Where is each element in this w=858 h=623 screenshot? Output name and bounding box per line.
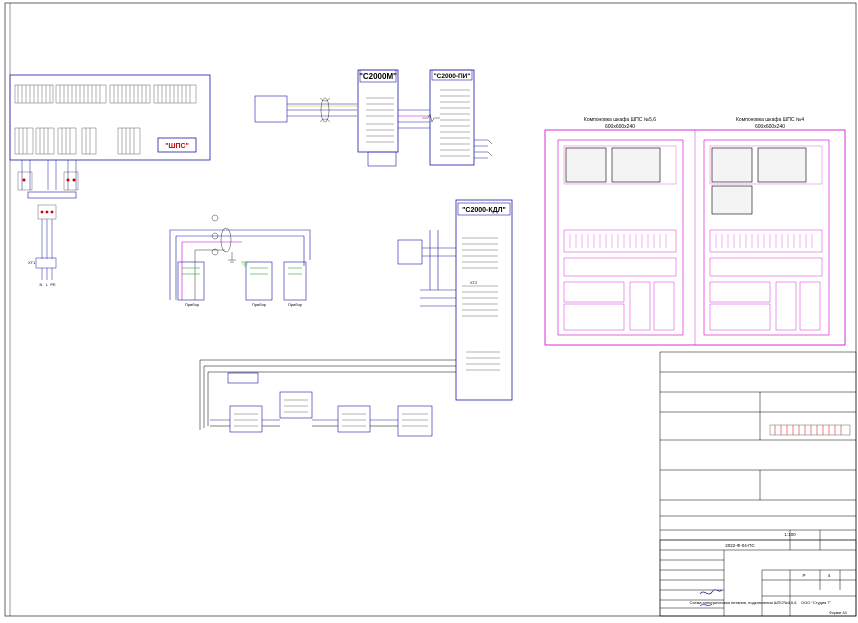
project-code: 2022-Ф-04-ПС <box>725 543 755 548</box>
xt2-label: ХТ2 <box>470 280 478 285</box>
cabinet-right <box>703 139 830 336</box>
shps-terminals-bottom <box>14 127 141 155</box>
title-block <box>659 351 857 617</box>
cabinet-left <box>557 139 684 336</box>
s2000m-block <box>357 69 399 153</box>
signature-icon <box>699 589 723 595</box>
schematic-drawing: "ШПС" "С2000М" "С2000-ПИ" Прибор Прибор … <box>4 2 857 617</box>
drawing-sheet: "ШПС" "С2000М" "С2000-ПИ" Прибор Прибор … <box>0 0 858 618</box>
ground-icon <box>241 261 249 267</box>
kdl-wiring <box>199 230 456 430</box>
n-label: N <box>40 282 43 287</box>
l-label: L <box>46 282 49 287</box>
sheet-title: Схема электрическая питания, подключения… <box>690 600 798 605</box>
pribor-label-3: Прибор <box>288 302 303 307</box>
scale-value: 1:100 <box>784 532 796 537</box>
s2000pi-block <box>429 69 475 166</box>
pribor-wiring <box>169 214 311 301</box>
shps-block: "ШПС" <box>9 74 211 280</box>
cabinet-right-title: Компоновка шкафа ШПС №4 <box>736 117 804 123</box>
s2000kdl-label: "С2000-КДЛ" <box>462 207 506 214</box>
xt1-label: ХТ1 <box>28 260 36 265</box>
s2000m-label: "С2000М" <box>359 72 397 81</box>
s2000kdl-block <box>455 199 513 401</box>
pribor-label-1: Прибор <box>185 302 200 307</box>
s2000pi-label: "С2000-ПИ" <box>434 73 471 80</box>
pribor-label-2: Прибор <box>252 302 267 307</box>
address-devices <box>210 372 433 437</box>
owner-name: ООО "Студия 7" <box>801 600 832 605</box>
cabinet-left-size: 600х600х240 <box>605 124 635 130</box>
rs485-wiring <box>254 95 493 167</box>
cabinet-right-size: 600х600х240 <box>755 124 785 130</box>
pe-label: PE <box>50 282 56 287</box>
stage-value: Р <box>802 573 805 578</box>
cabinet-left-title: Компоновка шкафа ШПС №5,6 <box>584 117 656 123</box>
shps-terminals-top <box>14 84 197 104</box>
sheet-number: 4 <box>828 573 831 578</box>
shps-label: "ШПС" <box>165 143 189 150</box>
sheet-frame <box>4 2 857 617</box>
format-label: Формат А3 <box>829 611 847 615</box>
